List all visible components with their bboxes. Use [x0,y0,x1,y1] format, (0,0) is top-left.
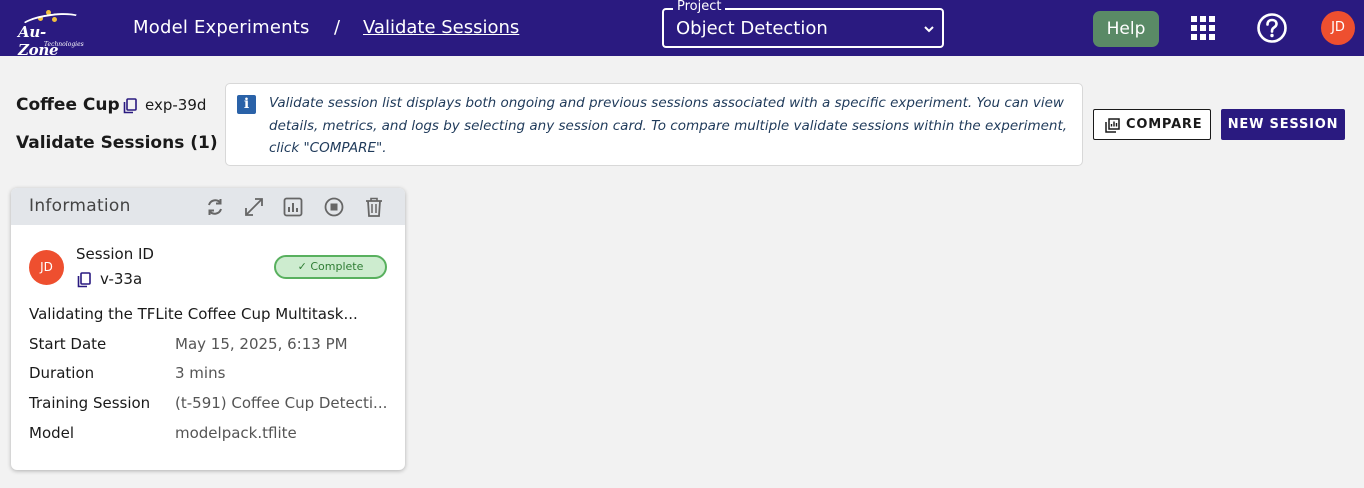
session-description: Validating the TFLite Coffee Cup Multita… [29,305,358,323]
session-id-label: Session ID [76,245,154,263]
project-select-value: Object Detection [676,18,828,39]
info-icon: i [237,95,256,114]
model-label: Model [29,424,75,442]
help-button[interactable]: Help [1093,11,1159,47]
refresh-icon[interactable] [204,196,226,218]
compare-icon [1105,118,1120,133]
top-bar: Au-Zone Technologies Model Experiments /… [0,0,1364,59]
duration-label: Duration [29,364,95,382]
chevron-down-icon [924,26,934,33]
project-select[interactable]: Project Object Detection [662,0,944,48]
experiment-id: exp-39d [145,96,207,114]
session-card-title: Information [29,196,131,216]
new-session-button[interactable]: NEW SESSION [1221,109,1345,140]
project-select-label: Project [673,0,726,14]
compare-button[interactable]: COMPARE [1093,109,1211,140]
start-date-value: May 15, 2025, 6:13 PM [175,335,348,353]
au-zone-logo[interactable]: Au-Zone Technologies [18,8,84,59]
info-banner: i Validate session list displays both on… [225,83,1083,166]
logo-tagline: Technologies [44,41,84,48]
info-message: Validate session list displays both ongo… [269,95,1068,156]
experiment-name: Coffee Cup [16,95,120,115]
user-avatar[interactable]: JD [1321,11,1355,45]
compare-button-label: COMPARE [1126,117,1203,132]
status-badge: ✓ Complete [274,255,387,279]
training-session-label: Training Session [29,394,151,412]
copy-icon[interactable] [123,98,137,114]
start-date-label: Start Date [29,335,107,353]
duration-value: 3 mins [175,364,226,382]
expand-icon[interactable] [243,196,265,218]
breadcrumb-model-experiments[interactable]: Model Experiments [133,17,310,38]
training-session-value[interactable]: (t-591) Coffee Cup Detecti... [175,394,387,412]
breadcrumb-validate-sessions[interactable]: Validate Sessions [363,17,519,38]
sessions-title: Validate Sessions (1) [16,133,218,153]
apps-grid-icon[interactable] [1190,15,1216,41]
copy-icon[interactable] [77,272,91,288]
help-circle-icon[interactable] [1256,12,1288,44]
session-card-header: Information [11,188,405,225]
session-id-value: v-33a [100,270,143,288]
stop-icon[interactable] [323,196,345,218]
trash-icon[interactable] [363,196,385,218]
model-value: modelpack.tflite [175,424,297,442]
session-owner-avatar: JD [29,250,64,285]
metrics-chart-icon[interactable] [282,196,304,218]
breadcrumb-separator: / [334,17,341,38]
session-card[interactable]: Information JD Session ID v-33a ✓ Comple… [11,188,405,470]
